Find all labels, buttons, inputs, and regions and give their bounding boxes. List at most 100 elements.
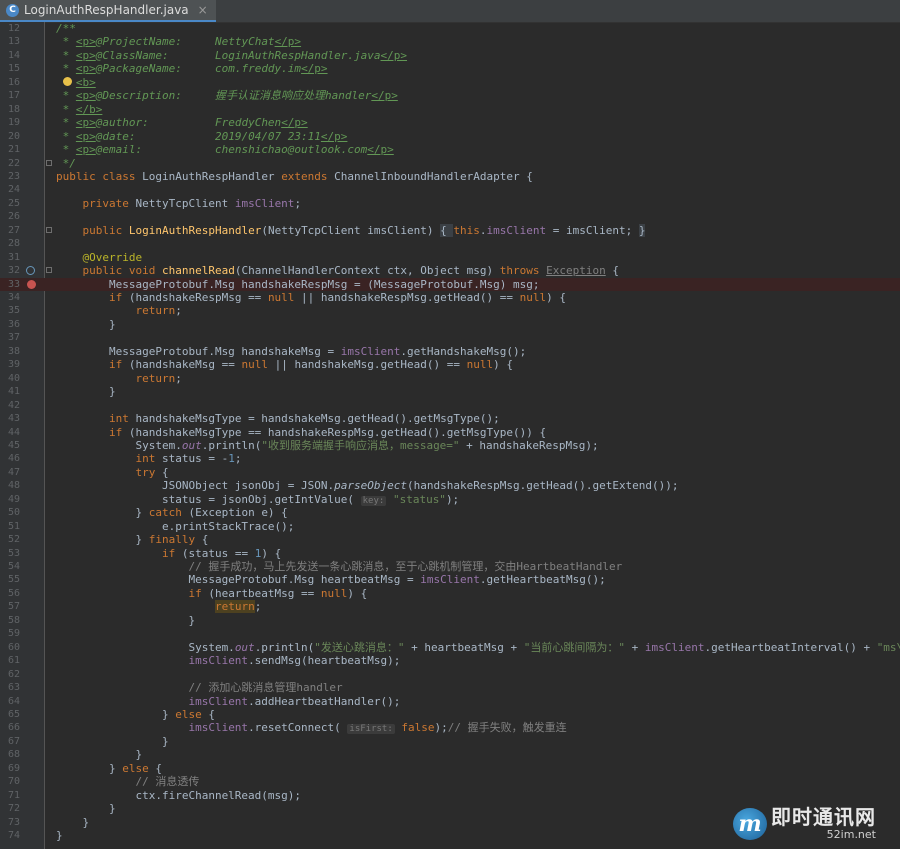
code-line[interactable]: 13 * <p>@ProjectName: NettyChat</p> bbox=[0, 35, 900, 48]
line-number: 61 bbox=[7, 655, 20, 667]
code-line[interactable]: 25 private NettyTcpClient imsClient; bbox=[0, 197, 900, 210]
code-line[interactable]: 35 return; bbox=[0, 304, 900, 317]
close-tab-icon[interactable]: × bbox=[198, 3, 208, 17]
line-number: 41 bbox=[7, 386, 20, 398]
line-number: 50 bbox=[7, 507, 20, 519]
code-text: * <p>@Description: 握手认证消息响应处理handler</p> bbox=[56, 89, 398, 103]
code-text: if (handshakeRespMsg == null || handshak… bbox=[108, 291, 566, 304]
code-line[interactable]: 50 } catch (Exception e) { bbox=[0, 506, 900, 519]
code-line[interactable]: 67 } bbox=[0, 735, 900, 748]
code-line[interactable]: 60 System.out.println("发送心跳消息：" + heartb… bbox=[0, 641, 900, 654]
line-number: 13 bbox=[7, 36, 20, 48]
line-number: 25 bbox=[7, 197, 20, 209]
code-text: private NettyTcpClient imsClient; bbox=[82, 196, 302, 210]
code-line[interactable]: 53 if (status == 1) { bbox=[0, 547, 900, 560]
code-line[interactable]: 43 int handshakeMsgType = handshakeMsg.g… bbox=[0, 412, 900, 425]
watermark-logo-icon: m bbox=[733, 807, 767, 840]
code-text: public void channelRead(ChannelHandlerCo… bbox=[82, 264, 619, 278]
code-line[interactable]: 70 // 消息透传 bbox=[0, 775, 900, 788]
code-line[interactable]: 37 bbox=[0, 331, 900, 344]
code-line[interactable]: 39 if (handshakeMsg == null || handshake… bbox=[0, 358, 900, 371]
line-number: 74 bbox=[7, 830, 20, 841]
code-line[interactable]: 46 int status = -1; bbox=[0, 452, 900, 465]
code-line[interactable]: 31 @Override bbox=[0, 251, 900, 264]
fold-toggle-icon[interactable] bbox=[46, 226, 52, 233]
code-text: } bbox=[56, 815, 90, 829]
line-number: 31 bbox=[7, 251, 20, 263]
code-line[interactable]: 36 } bbox=[0, 318, 900, 331]
fold-toggle-icon[interactable] bbox=[46, 267, 52, 274]
code-line[interactable]: 24 bbox=[0, 183, 900, 196]
code-line[interactable]: 16 <b> bbox=[0, 76, 900, 89]
code-line[interactable]: 44 if (handshakeMsgType == handshakeResp… bbox=[0, 426, 900, 439]
code-line[interactable]: 64 imsClient.addHeartbeatHandler(); bbox=[0, 695, 900, 708]
code-text: } else { bbox=[56, 761, 162, 775]
code-line[interactable]: 12 /** bbox=[0, 22, 900, 35]
override-method-icon[interactable] bbox=[26, 266, 35, 276]
code-line[interactable]: 47 try { bbox=[0, 466, 900, 479]
code-line[interactable]: 63 // 添加心跳消息管理handler bbox=[0, 681, 900, 694]
code-line[interactable]: 42 bbox=[0, 399, 900, 412]
code-line[interactable]: 18 * </b> bbox=[0, 103, 900, 116]
line-number: 51 bbox=[7, 520, 20, 532]
code-line[interactable]: 52 } finally { bbox=[0, 533, 900, 546]
code-line[interactable]: 15 * <p>@PackageName: com.freddy.im</p> bbox=[0, 62, 900, 75]
code-line[interactable]: 56 if (heartbeatMsg == null) { bbox=[0, 587, 900, 600]
line-number: 17 bbox=[7, 90, 20, 102]
line-number: 19 bbox=[7, 117, 20, 129]
code-line[interactable]: 21 * <p>@email: chenshichao@outlook.com<… bbox=[0, 143, 900, 156]
code-line[interactable]: 68 } bbox=[0, 748, 900, 761]
code-line[interactable]: 51 e.printStackTrace(); bbox=[0, 520, 900, 533]
code-line[interactable]: 32 public void channelRead(ChannelHandle… bbox=[0, 264, 900, 277]
code-text: public class LoginAuthRespHandler extend… bbox=[56, 169, 533, 183]
code-line[interactable]: 23 public class LoginAuthRespHandler exte… bbox=[0, 170, 900, 183]
code-line[interactable]: 49 status = jsonObj.getIntValue( key: "s… bbox=[0, 493, 900, 506]
code-line[interactable]: 59 bbox=[0, 627, 900, 640]
line-number: 21 bbox=[7, 144, 20, 156]
code-line[interactable]: 33 MessageProtobuf.Msg handshakeRespMsg … bbox=[0, 277, 900, 291]
code-line[interactable]: 41 } bbox=[0, 385, 900, 398]
line-number: 49 bbox=[7, 493, 20, 505]
code-line[interactable]: 26 bbox=[0, 210, 900, 223]
code-editor[interactable]: 12/** 13 * <p>@ProjectName: NettyChat</p>… bbox=[0, 22, 900, 849]
code-line[interactable]: 27 public LoginAuthRespHandler(NettyTcpC… bbox=[0, 223, 900, 237]
line-number: 67 bbox=[7, 735, 20, 747]
code-line[interactable]: 69 } else { bbox=[0, 762, 900, 775]
fold-toggle-icon[interactable] bbox=[46, 159, 52, 166]
code-line[interactable]: 48 JSONObject jsonObj = JSON.parseObject… bbox=[0, 479, 900, 492]
line-number: 33 bbox=[7, 278, 20, 290]
code-line[interactable]: 57 return; bbox=[0, 600, 900, 614]
code-line[interactable]: 62 bbox=[0, 668, 900, 681]
code-line[interactable]: 66 imsClient.resetConnect( isFirst: fals… bbox=[0, 721, 900, 735]
code-line[interactable]: 22 */ bbox=[0, 157, 900, 170]
code-text: if (heartbeatMsg == null) { bbox=[188, 586, 368, 600]
code-line[interactable]: 65 } else { bbox=[0, 708, 900, 721]
code-text: MessageProtobuf.Msg handshakeRespMsg = (… bbox=[56, 277, 540, 291]
code-text: try { bbox=[135, 465, 169, 479]
tab-login-auth-resp-handler[interactable]: C LoginAuthRespHandler.java × bbox=[0, 0, 216, 22]
breakpoint-icon[interactable] bbox=[27, 279, 36, 289]
line-number: 45 bbox=[7, 439, 20, 451]
code-line[interactable]: 14 * <p>@ClassName: LoginAuthRespHandler… bbox=[0, 49, 900, 62]
code-line[interactable]: 19 * <p>@author: FreddyChen</p> bbox=[0, 116, 900, 129]
line-number: 44 bbox=[7, 426, 20, 438]
code-line[interactable]: 61 imsClient.sendMsg(heartbeatMsg); bbox=[0, 654, 900, 667]
code-line[interactable]: 40 return; bbox=[0, 372, 900, 385]
code-line[interactable]: 28 bbox=[0, 237, 900, 250]
code-text: int status = -1; bbox=[135, 452, 242, 466]
code-line[interactable]: 55 MessageProtobuf.Msg heartbeatMsg = im… bbox=[0, 573, 900, 586]
code-line[interactable]: 45 System.out.println("收到服务端握手响应消息，messa… bbox=[0, 439, 900, 452]
code-line[interactable]: 58 } bbox=[0, 614, 900, 627]
editor-tab-bar: C LoginAuthRespHandler.java × bbox=[0, 0, 900, 23]
code-line[interactable]: 54 // 握手成功，马上先发送一条心跳消息，至于心跳机制管理，交由Heartb… bbox=[0, 560, 900, 573]
line-number: 26 bbox=[7, 211, 20, 223]
code-line[interactable]: 38 MessageProtobuf.Msg handshakeMsg = im… bbox=[0, 345, 900, 358]
code-text: if (handshakeMsgType == handshakeRespMsg… bbox=[108, 425, 547, 439]
code-line[interactable]: 34 if (handshakeRespMsg == null || hands… bbox=[0, 291, 900, 304]
line-number: 34 bbox=[7, 292, 20, 303]
code-text: * <p>@email: chenshichao@outlook.com</p> bbox=[56, 143, 394, 157]
line-number: 57 bbox=[7, 601, 20, 613]
line-number: 39 bbox=[7, 359, 20, 371]
code-line[interactable]: 17 * <p>@Description: 握手认证消息响应处理handler<… bbox=[0, 89, 900, 102]
code-line[interactable]: 20 * <p>@date: 2019/04/07 23:11</p> bbox=[0, 130, 900, 143]
